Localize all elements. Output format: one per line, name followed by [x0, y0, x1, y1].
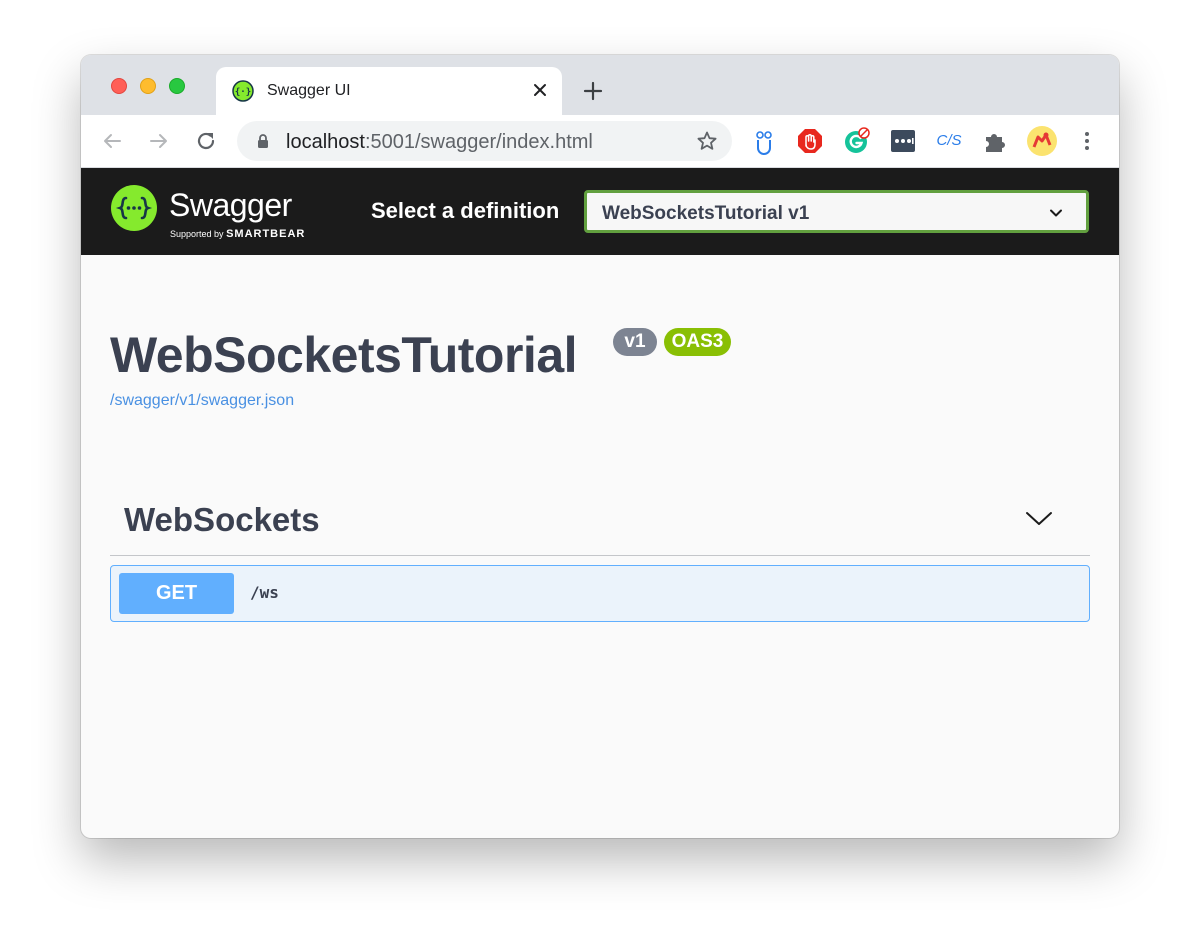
puzzle-icon[interactable] — [981, 127, 1009, 155]
spec-url-link[interactable]: /swagger/v1/swagger.json — [110, 392, 294, 410]
cjs-extension-icon[interactable]: C/S — [935, 127, 963, 155]
definition-select[interactable]: WebSocketsTutorial v1 — [584, 190, 1089, 233]
http-method-badge[interactable]: GET — [119, 573, 234, 614]
tab-title: Swagger UI — [267, 82, 351, 99]
tag-divider — [110, 555, 1090, 556]
browser-toolbar: localhost:5001/swagger/index.html C/S — [81, 115, 1119, 168]
oas-badge: OAS3 — [664, 328, 731, 356]
tag-collapse-chevron-icon[interactable] — [1024, 506, 1054, 530]
browser-window: {·} Swagger UI localhost:5001/swagger/in… — [81, 55, 1119, 838]
adblock-icon[interactable] — [796, 127, 824, 155]
active-tab[interactable]: {·} Swagger UI — [216, 67, 562, 115]
chevron-down-icon — [1050, 209, 1062, 217]
close-tab-icon[interactable] — [528, 78, 552, 102]
bookmark-star-icon[interactable] — [695, 129, 719, 153]
maximize-window-button[interactable] — [169, 78, 185, 94]
version-badge: v1 — [613, 328, 657, 356]
definition-select-value: WebSocketsTutorial v1 — [602, 203, 810, 224]
lock-icon[interactable] — [255, 133, 271, 149]
api-title: WebSocketsTutorial — [110, 327, 578, 383]
swagger-logo-text[interactable]: Swagger — [169, 187, 292, 224]
svg-text:{·}: {·} — [235, 88, 251, 98]
swagger-logo-subtitle: Supported by SMARTBEAR — [170, 228, 306, 240]
profile-avatar[interactable] — [1026, 125, 1058, 157]
new-tab-icon[interactable] — [581, 79, 605, 103]
reload-icon[interactable] — [194, 129, 218, 153]
swagger-topbar: Swagger Supported by SMARTBEAR Select a … — [81, 168, 1119, 255]
close-window-button[interactable] — [111, 78, 127, 94]
minimize-window-button[interactable] — [140, 78, 156, 94]
address-bar[interactable]: localhost:5001/swagger/index.html — [237, 121, 732, 161]
owl-extension-icon[interactable] — [750, 127, 778, 155]
operation-get-ws[interactable]: GET /ws — [110, 565, 1090, 622]
tab-strip: {·} Swagger UI — [81, 55, 1119, 115]
swagger-logo-icon: {·} — [232, 80, 254, 102]
definition-select-label: Select a definition — [371, 198, 560, 223]
grammarly-icon[interactable] — [843, 127, 871, 155]
password-manager-icon[interactable] — [889, 127, 917, 155]
tag-section-title[interactable]: WebSockets — [124, 501, 320, 539]
more-vert-icon[interactable] — [1073, 127, 1101, 155]
back-arrow-icon[interactable] — [100, 129, 124, 153]
swagger-logo-icon[interactable] — [110, 184, 158, 232]
operation-path[interactable]: /ws — [250, 583, 279, 602]
url-text[interactable]: localhost:5001/swagger/index.html — [286, 131, 593, 154]
forward-arrow-icon[interactable] — [147, 129, 171, 153]
